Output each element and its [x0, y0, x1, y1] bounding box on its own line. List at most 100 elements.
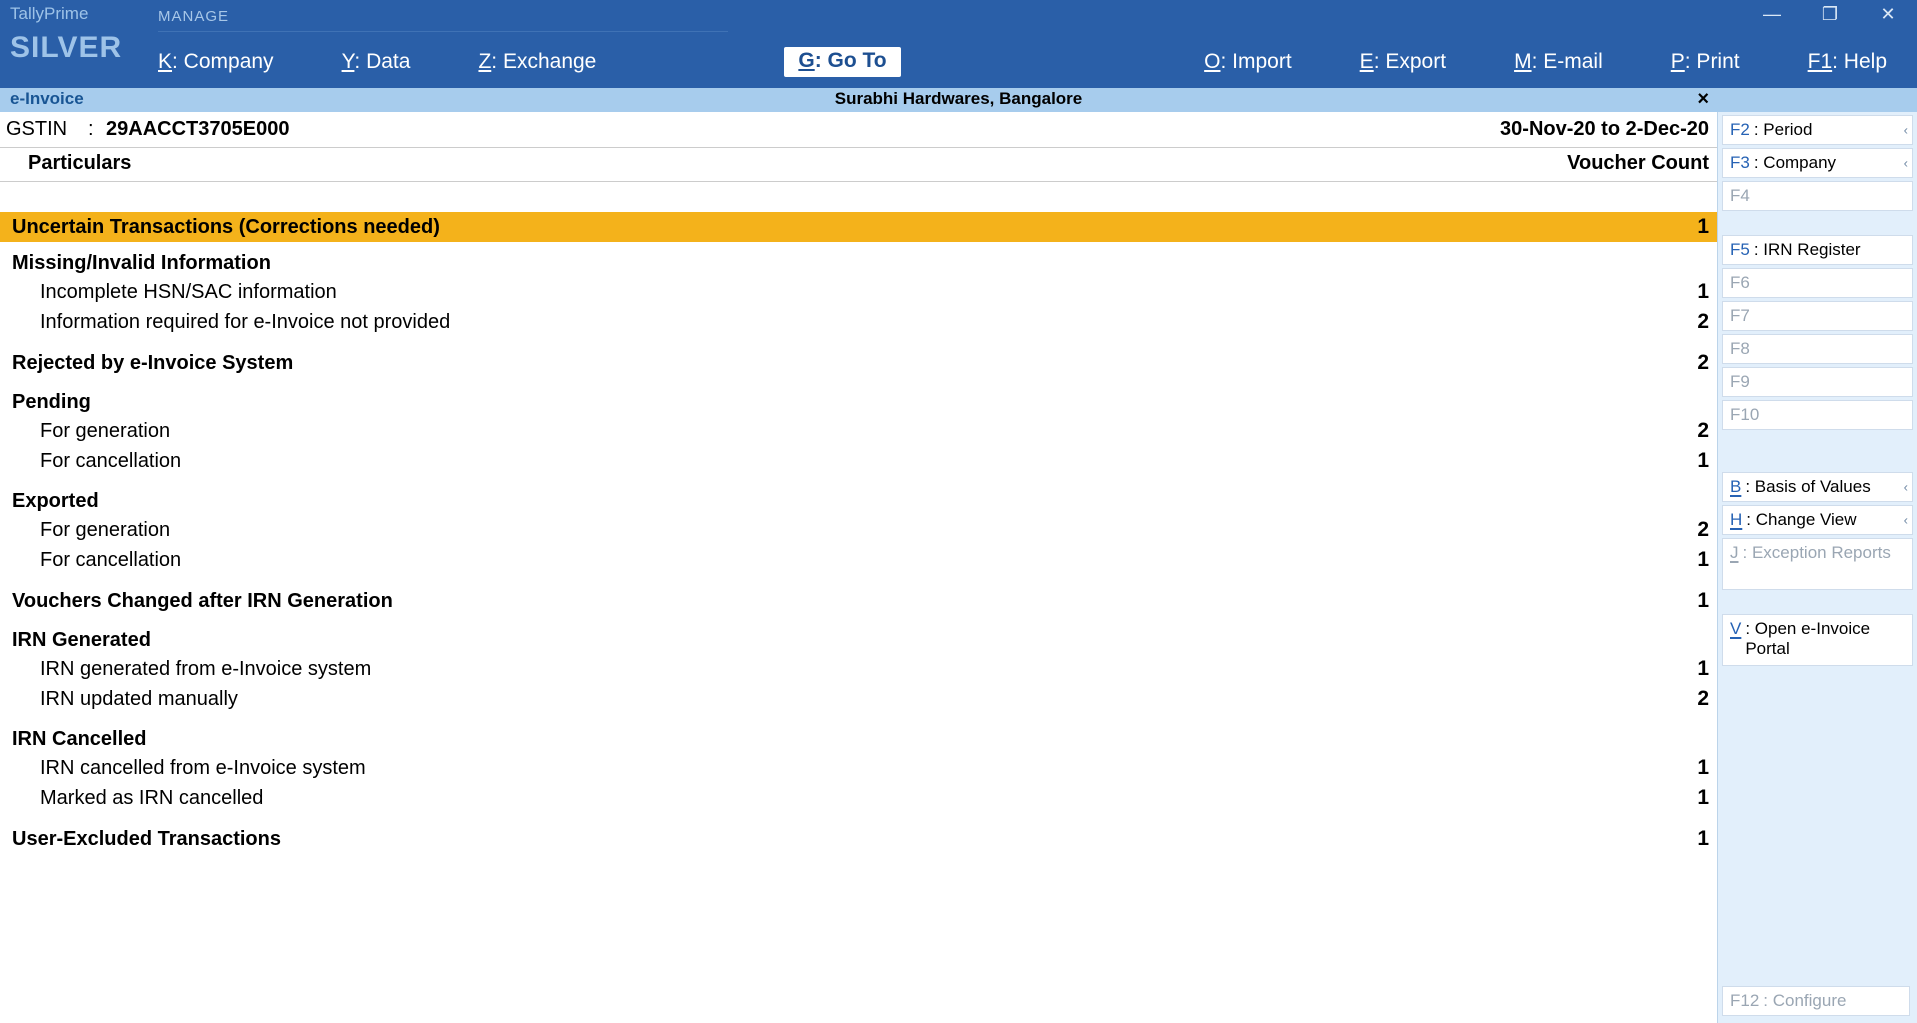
- chevron-left-icon: ‹: [1904, 480, 1908, 495]
- row-exported-cancellation[interactable]: For cancellation 1: [0, 545, 1717, 575]
- side-f6: F6: [1722, 268, 1913, 298]
- gstin-value: 29AACCT3705E000: [106, 118, 1500, 141]
- side-f2-period[interactable]: F2: Period ‹: [1722, 115, 1913, 145]
- window-maximize-icon[interactable]: ❐: [1801, 0, 1859, 28]
- row-count: 1: [1649, 215, 1709, 239]
- side-v-open-einvoice-portal[interactable]: V: Open e-Invoice Portal: [1722, 614, 1913, 666]
- row-user-excluded[interactable]: User-Excluded Transactions 1: [0, 813, 1717, 853]
- app-name-small: TallyPrime: [10, 4, 88, 24]
- row-missing-header[interactable]: Missing/Invalid Information: [0, 242, 1717, 277]
- side-b-basis-of-values[interactable]: B: Basis of Values ‹: [1722, 472, 1913, 502]
- manage-label[interactable]: MANAGE: [158, 8, 229, 25]
- row-label: IRN Generated: [12, 629, 1649, 652]
- row-label: For cancellation: [12, 549, 1649, 572]
- row-uncertain[interactable]: Uncertain Transactions (Corrections need…: [0, 212, 1717, 242]
- key-label: F10: [1730, 405, 1759, 425]
- close-report-icon[interactable]: ×: [1697, 88, 1709, 111]
- row-incomplete-hsn[interactable]: Incomplete HSN/SAC information 1: [0, 277, 1717, 307]
- row-info-required[interactable]: Information required for e-Invoice not p…: [0, 307, 1717, 337]
- side-gap: [1718, 214, 1917, 232]
- row-label: IRN cancelled from e-Invoice system: [12, 757, 1649, 780]
- row-pending-cancellation[interactable]: For cancellation 1: [0, 446, 1717, 476]
- row-vouchers-changed[interactable]: Vouchers Changed after IRN Generation 1: [0, 575, 1717, 615]
- col-particulars: Particulars: [28, 152, 1567, 175]
- row-label: Marked as IRN cancelled: [12, 787, 1649, 810]
- side-h-change-view[interactable]: H: Change View ‹: [1722, 505, 1913, 535]
- row-exported-header[interactable]: Exported: [0, 476, 1717, 515]
- window-minimize-icon[interactable]: —: [1743, 0, 1801, 28]
- window-close-icon[interactable]: ✕: [1859, 0, 1917, 28]
- row-exported-generation[interactable]: For generation 2: [0, 515, 1717, 545]
- row-count: 1: [1649, 756, 1709, 780]
- row-irn-cancelled-system[interactable]: IRN cancelled from e-Invoice system 1: [0, 753, 1717, 783]
- btn-label: : Change View: [1746, 510, 1856, 530]
- row-label: IRN updated manually: [12, 688, 1649, 711]
- manage-underline: [158, 31, 728, 32]
- col-voucher-count: Voucher Count: [1567, 152, 1709, 175]
- row-label: IRN Cancelled: [12, 728, 1649, 751]
- side-f7: F7: [1722, 301, 1913, 331]
- menu-goto[interactable]: G: Go To: [784, 47, 900, 77]
- menu-exchange[interactable]: Z: Exchange: [478, 50, 596, 74]
- key-label: F6: [1730, 273, 1750, 293]
- menu-export[interactable]: E: Export: [1360, 50, 1446, 74]
- menu-print[interactable]: P: Print: [1671, 50, 1740, 74]
- row-label: Missing/Invalid Information: [12, 252, 1649, 275]
- chevron-left-icon: ‹: [1904, 123, 1908, 138]
- key-label: F9: [1730, 372, 1750, 392]
- row-rejected[interactable]: Rejected by e-Invoice System 2: [0, 337, 1717, 377]
- row-label: User-Excluded Transactions: [12, 828, 1649, 851]
- key-label: F3: [1730, 153, 1750, 173]
- side-f4: F4: [1722, 181, 1913, 211]
- menu-company[interactable]: K: Company: [158, 50, 274, 74]
- key-label: B: [1730, 477, 1741, 497]
- row-label: For generation: [12, 519, 1649, 542]
- row-pending-generation[interactable]: For generation 2: [0, 416, 1717, 446]
- row-irn-generated-header[interactable]: IRN Generated: [0, 615, 1717, 654]
- row-irn-cancelled-header[interactable]: IRN Cancelled: [0, 714, 1717, 753]
- menu-help[interactable]: F1: Help: [1808, 50, 1887, 74]
- btn-label: : Basis of Values: [1745, 477, 1870, 497]
- row-count: 1: [1649, 449, 1709, 473]
- btn-label: : Open e-Invoice Portal: [1745, 619, 1905, 659]
- company-name: Surabhi Hardwares, Bangalore: [835, 89, 1083, 109]
- side-f12-configure[interactable]: F12: Configure: [1722, 986, 1910, 1016]
- row-label: Uncertain Transactions (Corrections need…: [12, 216, 1649, 239]
- row-label: Information required for e-Invoice not p…: [12, 311, 1649, 334]
- row-irn-updated-manually[interactable]: IRN updated manually 2: [0, 684, 1717, 714]
- row-label: Pending: [12, 391, 1649, 414]
- side-f10: F10: [1722, 400, 1913, 430]
- side-f8: F8: [1722, 334, 1913, 364]
- menu-import[interactable]: O: Import: [1204, 50, 1292, 74]
- row-count: 2: [1649, 518, 1709, 542]
- key-label: J: [1730, 543, 1739, 563]
- chevron-left-icon: ‹: [1904, 513, 1908, 528]
- key-label: H: [1730, 510, 1742, 530]
- row-count: 1: [1649, 827, 1709, 851]
- side-f3-company[interactable]: F3: Company ‹: [1722, 148, 1913, 178]
- key-label: F4: [1730, 186, 1750, 206]
- side-f5-irn-register[interactable]: F5: IRN Register: [1722, 235, 1913, 265]
- btn-label: : Configure: [1763, 991, 1846, 1011]
- row-label: Rejected by e-Invoice System: [12, 352, 1649, 375]
- row-pending-header[interactable]: Pending: [0, 377, 1717, 416]
- btn-label: : Exception Reports: [1743, 543, 1891, 563]
- side-gap: [1718, 433, 1917, 469]
- row-count: 2: [1649, 310, 1709, 334]
- menu-data[interactable]: Y: Data: [342, 50, 411, 74]
- side-gap: [1718, 593, 1917, 611]
- key-label: F8: [1730, 339, 1750, 359]
- row-count: 1: [1649, 548, 1709, 572]
- key-label: F12: [1730, 991, 1759, 1011]
- row-label: For generation: [12, 420, 1649, 443]
- row-label: For cancellation: [12, 450, 1649, 473]
- screen-title: e-Invoice: [10, 89, 84, 109]
- menu-email[interactable]: M: E-mail: [1514, 50, 1603, 74]
- row-label: IRN generated from e-Invoice system: [12, 658, 1649, 681]
- chevron-left-icon: ‹: [1904, 156, 1908, 171]
- btn-label: : Company: [1754, 153, 1836, 173]
- row-label: Incomplete HSN/SAC information: [12, 281, 1649, 304]
- row-irn-generated-system[interactable]: IRN generated from e-Invoice system 1: [0, 654, 1717, 684]
- btn-label: : Period: [1754, 120, 1813, 140]
- row-marked-irn-cancelled[interactable]: Marked as IRN cancelled 1: [0, 783, 1717, 813]
